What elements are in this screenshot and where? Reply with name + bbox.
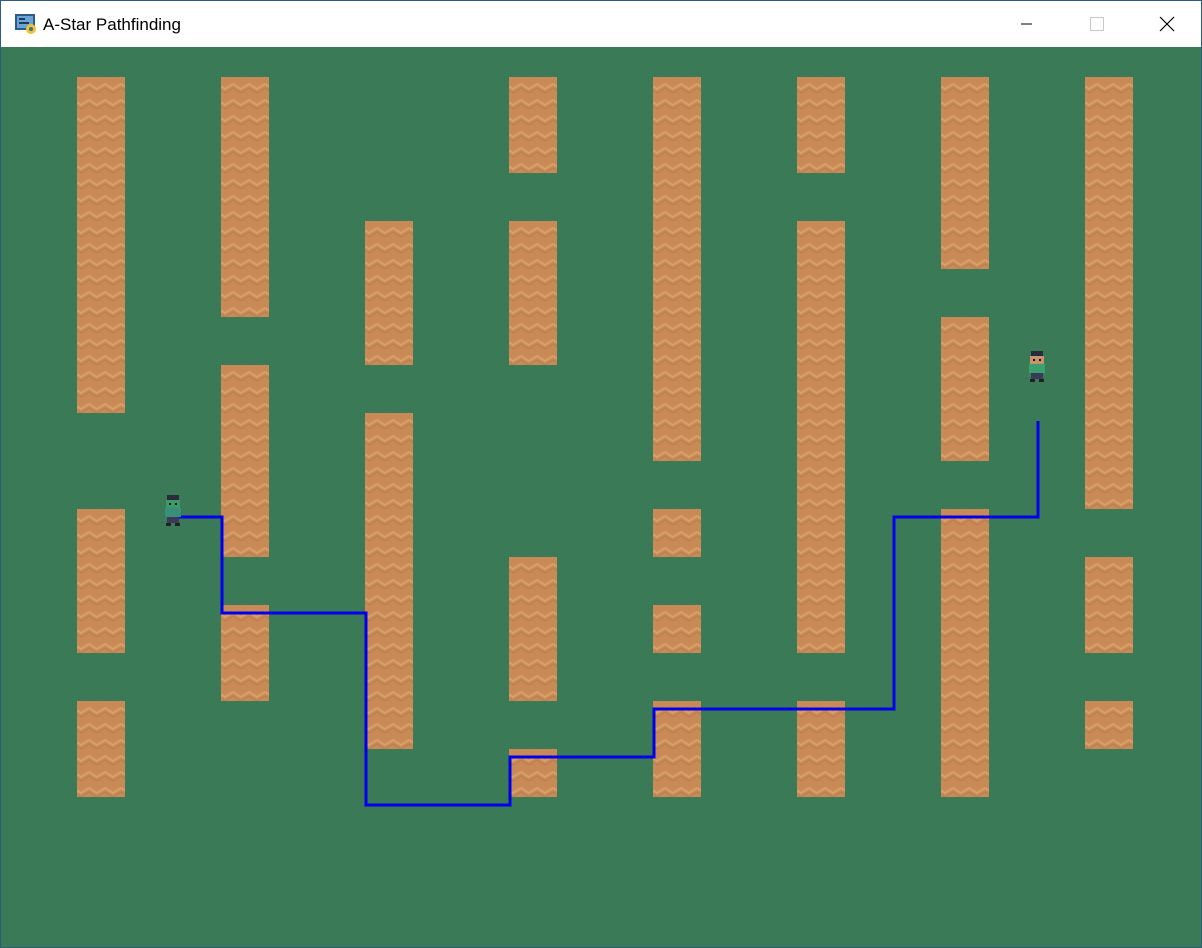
close-icon — [1159, 16, 1175, 32]
wall-block — [797, 77, 845, 173]
window-title: A-Star Pathfinding — [43, 15, 181, 34]
wall-block — [221, 605, 269, 701]
wall-block — [221, 365, 269, 557]
python-app-icon — [15, 13, 37, 35]
game-board — [1, 47, 1201, 947]
wall-block — [653, 509, 701, 557]
title-bar[interactable]: A-Star Pathfinding — [1, 1, 1201, 47]
wall-block — [1085, 557, 1133, 653]
wall-block — [509, 557, 557, 701]
minimize-icon — [1021, 23, 1032, 25]
app-window: A-Star Pathfinding — [0, 0, 1202, 948]
wall-block — [509, 77, 557, 173]
wall-block — [653, 77, 701, 461]
wall-block — [797, 221, 845, 653]
start-character[interactable] — [165, 495, 181, 526]
wall-block — [941, 77, 989, 269]
maximize-icon — [1090, 17, 1104, 31]
game-canvas[interactable] — [1, 47, 1201, 947]
wall-block — [365, 413, 413, 749]
grass-background — [1, 47, 1201, 947]
wall-block — [653, 605, 701, 653]
wall-block — [1085, 77, 1133, 509]
wall-block — [653, 701, 701, 797]
goal-character[interactable] — [1029, 351, 1045, 382]
minimize-button[interactable] — [991, 1, 1061, 47]
wall-block — [365, 221, 413, 365]
wall-block — [509, 221, 557, 365]
wall-block — [77, 77, 125, 413]
wall-block — [941, 509, 989, 797]
wall-block — [797, 701, 845, 797]
close-button[interactable] — [1131, 1, 1201, 47]
wall-block — [221, 77, 269, 317]
wall-block — [1085, 701, 1133, 749]
wall-block — [77, 509, 125, 653]
maximize-button[interactable] — [1061, 1, 1131, 47]
wall-block — [941, 317, 989, 461]
wall-block — [77, 701, 125, 797]
